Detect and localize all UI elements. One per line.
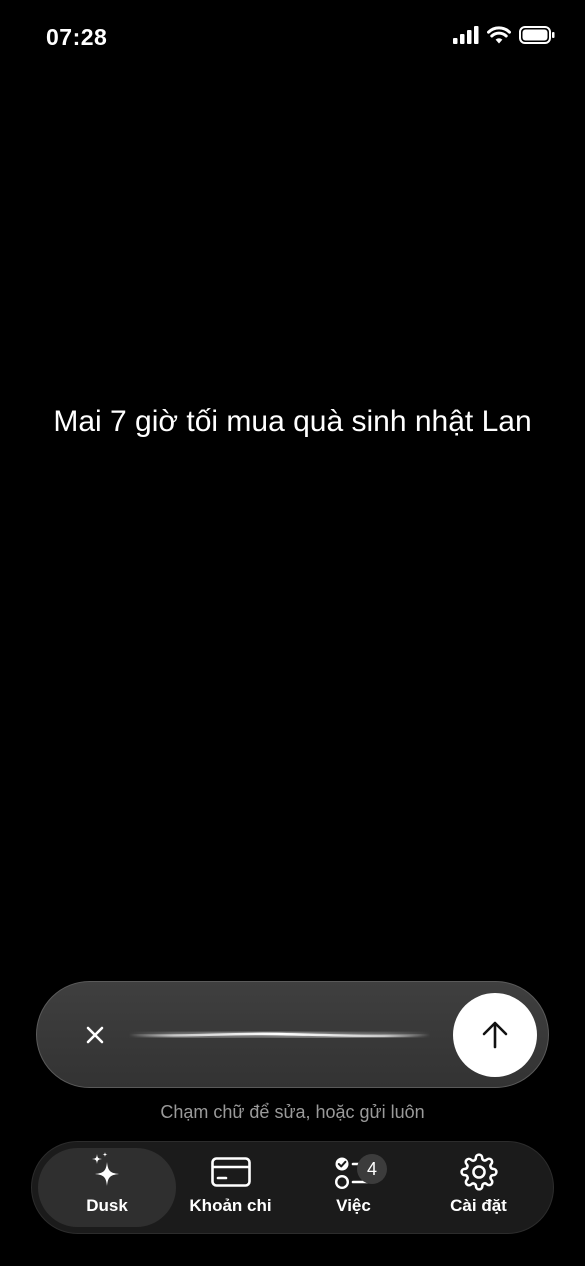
- close-icon: [86, 1026, 104, 1044]
- status-bar: 07:28: [0, 0, 585, 72]
- tab-viec[interactable]: Việc 4: [291, 1148, 416, 1227]
- input-hint: Chạm chữ để sửa, hoặc gửi luôn: [160, 1102, 425, 1122]
- tab-label-cai-dat: Cài đặt: [450, 1196, 507, 1215]
- status-time: 07:28: [46, 24, 108, 50]
- voice-input-bar: [36, 981, 549, 1088]
- gear-icon: [459, 1153, 498, 1191]
- tab-khoan-chi[interactable]: Khoản chi: [168, 1148, 293, 1227]
- battery-icon: [519, 26, 555, 44]
- tab-bar: Dusk Khoản chi Việc 4 Cài đặt: [31, 1141, 554, 1234]
- card-icon: [210, 1157, 251, 1187]
- tab-label-viec: Việc: [336, 1196, 371, 1215]
- sparkles-icon: [92, 1152, 119, 1186]
- wifi-icon: [487, 26, 511, 44]
- tab-label-khoan-chi: Khoản chi: [189, 1196, 272, 1215]
- send-button[interactable]: [453, 993, 537, 1077]
- waveform-icon: [128, 1030, 431, 1039]
- tab-dusk[interactable]: Dusk: [38, 1148, 176, 1227]
- transcript-text[interactable]: Mai 7 giờ tối mua quà sinh nhật Lan: [40, 400, 545, 444]
- tab-label-dusk: Dusk: [86, 1196, 128, 1215]
- cancel-button[interactable]: [75, 1015, 115, 1055]
- status-icons: [453, 26, 555, 44]
- task-count-badge: 4: [357, 1154, 387, 1184]
- tab-cai-dat[interactable]: Cài đặt: [416, 1148, 541, 1227]
- cellular-signal-icon: [453, 26, 479, 44]
- arrow-up-icon: [482, 1021, 508, 1049]
